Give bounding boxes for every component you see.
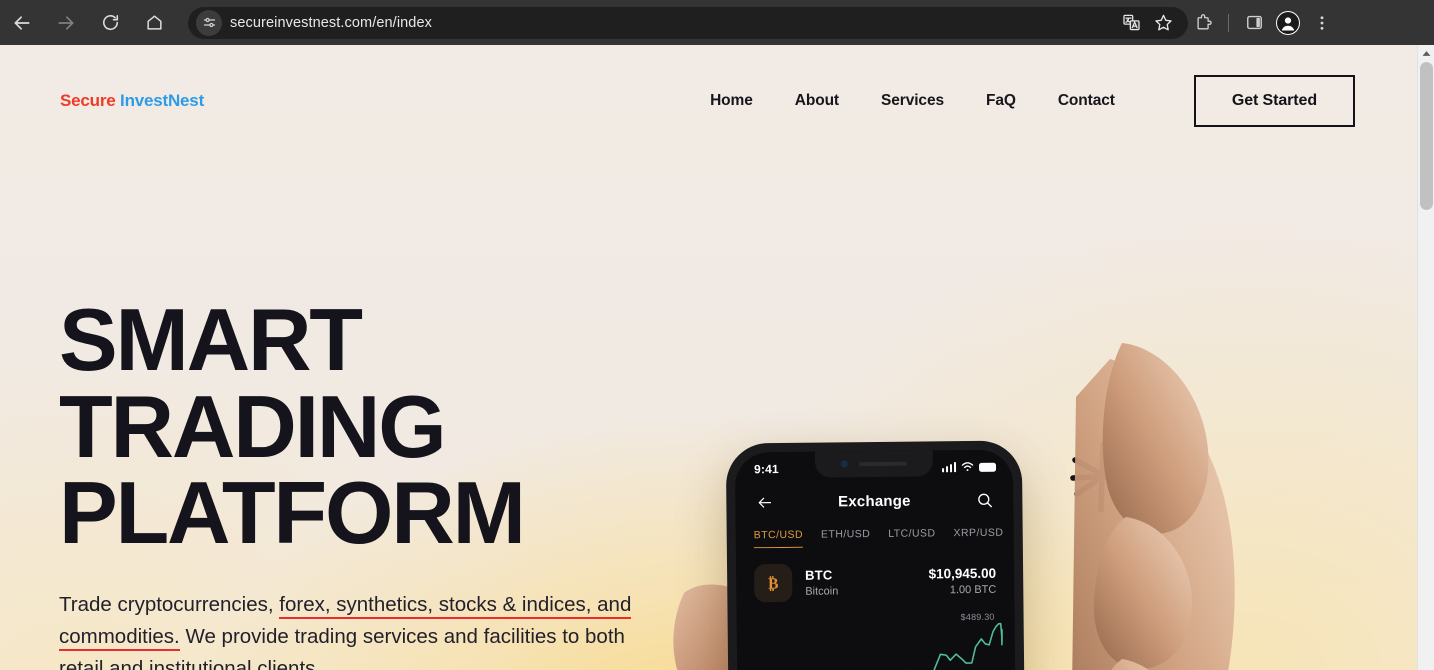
reload-button[interactable] bbox=[88, 1, 132, 45]
translate-button[interactable] bbox=[1116, 8, 1146, 38]
back-arrow-icon[interactable] bbox=[753, 491, 775, 513]
home-icon bbox=[146, 15, 162, 30]
hero-title-line-1: SMART bbox=[59, 290, 363, 389]
asset-row[interactable]: ₿ BTC Bitcoin $10,945.00 1.00 BTC bbox=[736, 546, 1015, 603]
page-viewport: Secure InvestNest Home About Services Fa… bbox=[0, 45, 1417, 670]
reload-icon bbox=[102, 15, 118, 31]
price-chart: $489.30 $480.60 bbox=[749, 612, 1004, 670]
back-button[interactable] bbox=[0, 1, 44, 45]
app-title: Exchange bbox=[838, 492, 911, 510]
chrome-menu-button[interactable] bbox=[1307, 8, 1337, 38]
home-button[interactable] bbox=[132, 1, 176, 45]
asset-name: Bitcoin bbox=[805, 585, 839, 598]
site-header: Secure InvestNest Home About Services Fa… bbox=[0, 45, 1417, 157]
hero-subtitle: Trade cryptocurrencies, forex, synthetic… bbox=[59, 589, 634, 670]
puzzle-piece-icon bbox=[1196, 14, 1212, 30]
asset-amount: 1.00 BTC bbox=[949, 583, 997, 597]
wifi-icon bbox=[961, 462, 974, 472]
profile-button[interactable] bbox=[1273, 8, 1303, 38]
trading-pair-tabs: BTC/USD ETH/USD LTC/USD XRP/USD EOS bbox=[736, 514, 1014, 549]
chart-high-label: $489.30 bbox=[960, 611, 995, 623]
star-icon bbox=[1154, 14, 1172, 31]
hero-section: SMART TRADING PLATFORM Trade cryptocurre… bbox=[0, 157, 1417, 670]
nav-item-home[interactable]: Home bbox=[689, 82, 774, 120]
forward-button[interactable] bbox=[44, 1, 88, 45]
phone-screen: 9:41 Exchange BTC/USD ETH/USD LTC/USD XR… bbox=[734, 449, 1018, 670]
tab-ltc-usd[interactable]: LTC/USD bbox=[888, 527, 935, 546]
nav-item-faq[interactable]: FaQ bbox=[965, 82, 1037, 120]
hero-title-line-3: PLATFORM bbox=[59, 463, 526, 563]
tab-eth-usd[interactable]: ETH/USD bbox=[821, 528, 870, 548]
translate-icon bbox=[1122, 14, 1140, 31]
chevron-up-icon bbox=[1422, 51, 1430, 56]
svg-text:₿: ₿ bbox=[768, 576, 779, 593]
nav-item-services[interactable]: Services bbox=[860, 82, 965, 120]
logo-part-secure: Secure bbox=[60, 91, 116, 110]
three-dot-menu-icon bbox=[1320, 15, 1324, 30]
tab-xrp-usd[interactable]: XRP/USD bbox=[953, 527, 1003, 547]
nav-item-contact[interactable]: Contact bbox=[1037, 82, 1136, 120]
scroll-up-arrow[interactable] bbox=[1418, 45, 1434, 62]
hero-visual: 9:41 Exchange BTC/USD ETH/USD LTC/USD XR… bbox=[640, 277, 1280, 670]
signal-icon bbox=[941, 462, 957, 473]
url-text: secureinvestnest.com/en/index bbox=[230, 14, 432, 31]
back-arrow-icon bbox=[14, 15, 30, 30]
asset-price: $10,945.00 bbox=[928, 565, 997, 582]
phone-mockup: 9:41 Exchange BTC/USD ETH/USD LTC/USD XR… bbox=[725, 440, 1027, 670]
get-started-button[interactable]: Get Started bbox=[1193, 75, 1355, 127]
app-header: Exchange bbox=[735, 480, 1013, 517]
address-bar[interactable]: secureinvestnest.com/en/index bbox=[188, 6, 1188, 39]
page-scrollbar[interactable] bbox=[1417, 45, 1434, 670]
forward-arrow-icon bbox=[58, 15, 74, 30]
browser-toolbar: secureinvestnest.com/en/index bbox=[0, 0, 1434, 45]
tab-btc-usd[interactable]: BTC/USD bbox=[753, 528, 804, 549]
search-icon[interactable] bbox=[973, 489, 995, 511]
tune-sliders-icon bbox=[203, 17, 215, 28]
site-logo[interactable]: Secure InvestNest bbox=[60, 91, 204, 111]
bookmark-button[interactable] bbox=[1148, 8, 1178, 38]
hero-copy: SMART TRADING PLATFORM Trade cryptocurre… bbox=[59, 290, 699, 670]
person-icon bbox=[1277, 11, 1299, 34]
hero-sub-lead: Trade cryptocurrencies, bbox=[59, 593, 280, 617]
side-panel-button[interactable] bbox=[1239, 8, 1269, 38]
toolbar-divider bbox=[1228, 13, 1229, 32]
avatar bbox=[1276, 10, 1300, 35]
status-time: 9:41 bbox=[753, 462, 779, 477]
phone-status-bar: 9:41 bbox=[735, 450, 1013, 483]
battery-icon bbox=[978, 462, 997, 472]
extensions-button[interactable] bbox=[1188, 8, 1218, 38]
hero-title-line-2: TRADING bbox=[59, 376, 447, 476]
side-panel-icon bbox=[1246, 15, 1262, 30]
asset-symbol: BTC bbox=[805, 567, 833, 583]
nav-item-about[interactable]: About bbox=[774, 82, 860, 120]
logo-part-investnest: InvestNest bbox=[120, 91, 205, 110]
main-navigation: Home About Services FaQ Contact Get Star… bbox=[689, 75, 1355, 127]
scrollbar-thumb[interactable] bbox=[1420, 62, 1433, 210]
page-title: SMART TRADING PLATFORM bbox=[59, 290, 699, 563]
site-settings-icon[interactable] bbox=[196, 9, 222, 36]
bitcoin-icon: ₿ bbox=[754, 563, 793, 603]
